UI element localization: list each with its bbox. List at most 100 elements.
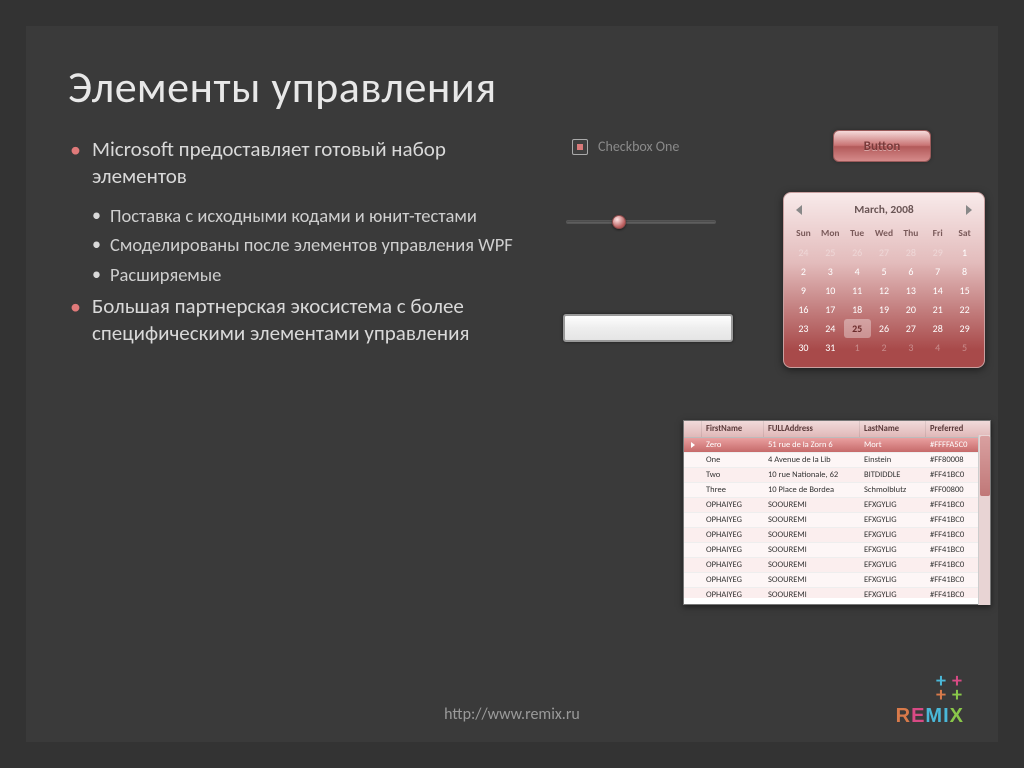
calendar-day[interactable]: 15: [951, 281, 978, 300]
calendar-day[interactable]: 26: [844, 243, 871, 262]
table-row[interactable]: OPHAIYEGSOOUREMIEFXGYLIG#FF41BC0: [684, 513, 990, 528]
slider-sample[interactable]: [566, 220, 716, 224]
table-cell: OPHAIYEG: [702, 573, 764, 587]
table-cell: EFXGYLIG: [860, 498, 926, 512]
calendar-day[interactable]: 18: [844, 300, 871, 319]
table-row[interactable]: OPHAIYEGSOOUREMIEFXGYLIG#FF41BC0: [684, 543, 990, 558]
table-row[interactable]: OPHAIYEGSOOUREMIEFXGYLIG#FF41BC0: [684, 558, 990, 573]
calendar-day[interactable]: 31: [817, 338, 844, 357]
calendar-day[interactable]: 19: [871, 300, 898, 319]
table-row[interactable]: OPHAIYEGSOOUREMIEFXGYLIG#FF41BC0: [684, 588, 990, 598]
calendar-day[interactable]: 21: [924, 300, 951, 319]
calendar-day[interactable]: 9: [790, 281, 817, 300]
table-cell: OPHAIYEG: [702, 513, 764, 527]
datagrid-sample[interactable]: FirstNameFULLAddressLastNamePreferred Ze…: [683, 420, 991, 605]
calendar-day[interactable]: 22: [951, 300, 978, 319]
column-header[interactable]: FirstName: [702, 421, 764, 437]
calendar-day[interactable]: 8: [951, 262, 978, 281]
calendar-day[interactable]: 3: [817, 262, 844, 281]
plus-icon: +: [950, 689, 964, 701]
chevron-right-icon[interactable]: [966, 205, 972, 215]
logo-text: REMIX: [896, 705, 964, 728]
calendar-day[interactable]: 29: [951, 319, 978, 338]
calendar-day[interactable]: 25: [817, 243, 844, 262]
datagrid-body: Zero51 rue de la Zorn 6Mort#FFFFA5C0One4…: [684, 438, 990, 598]
calendar-day[interactable]: 28: [897, 243, 924, 262]
calendar-day[interactable]: 26: [871, 319, 898, 338]
controls-showcase: Checkbox One Button March, 2008 SunMonTu…: [518, 136, 998, 361]
calendar-day[interactable]: 1: [844, 338, 871, 357]
calendar-day[interactable]: 4: [924, 338, 951, 357]
calendar-day[interactable]: 10: [817, 281, 844, 300]
table-cell: [684, 498, 702, 512]
table-cell: SOOUREMI: [764, 558, 860, 572]
calendar-day[interactable]: 5: [951, 338, 978, 357]
calendar-day[interactable]: 12: [871, 281, 898, 300]
calendar-day[interactable]: 7: [924, 262, 951, 281]
table-cell: [684, 453, 702, 467]
scrollbar-thumb[interactable]: [980, 436, 990, 496]
table-cell: OPHAIYEG: [702, 543, 764, 557]
calendar-day[interactable]: 1: [951, 243, 978, 262]
slider-thumb[interactable]: [612, 215, 626, 229]
column-header[interactable]: FULLAddress: [764, 421, 860, 437]
table-cell: SOOUREMI: [764, 543, 860, 557]
calendar-day[interactable]: 14: [924, 281, 951, 300]
column-header[interactable]: LastName: [860, 421, 926, 437]
scrollbar[interactable]: [978, 435, 990, 605]
calendar-day[interactable]: 27: [871, 243, 898, 262]
calendar-dow: Tue: [844, 225, 871, 243]
table-cell: Schmolblutz: [860, 483, 926, 497]
table-row[interactable]: One4 Avenue de la LibEinstein#FF80008: [684, 453, 990, 468]
table-cell: Mort: [860, 438, 926, 452]
table-cell: [684, 573, 702, 587]
calendar-day[interactable]: 11: [844, 281, 871, 300]
calendar-day[interactable]: 29: [924, 243, 951, 262]
content-row: Microsoft предоставляет готовый набор эл…: [26, 114, 998, 361]
calendar-sample[interactable]: March, 2008 SunMonTueWedThuFriSat2425262…: [783, 192, 985, 368]
table-cell: BITDIDDLE: [860, 468, 926, 482]
calendar-day[interactable]: 27: [897, 319, 924, 338]
bullet-item: Расширяемые: [68, 263, 518, 287]
calendar-dow: Mon: [817, 225, 844, 243]
calendar-day[interactable]: 24: [817, 319, 844, 338]
calendar-day[interactable]: 3: [897, 338, 924, 357]
calendar-day[interactable]: 13: [897, 281, 924, 300]
table-cell: SOOUREMI: [764, 528, 860, 542]
footer-url: http://www.remix.ru: [26, 705, 998, 724]
checkbox-sample[interactable]: Checkbox One: [572, 138, 679, 155]
datagrid-header: FirstNameFULLAddressLastNamePreferred: [684, 421, 990, 438]
table-row[interactable]: Three10 Place de BordeaSchmolblutz#FF008…: [684, 483, 990, 498]
column-header[interactable]: [684, 421, 702, 437]
table-row[interactable]: OPHAIYEGSOOUREMIEFXGYLIG#FF41BC0: [684, 528, 990, 543]
calendar-day[interactable]: 6: [897, 262, 924, 281]
table-row[interactable]: OPHAIYEGSOOUREMIEFXGYLIG#FF41BC0: [684, 498, 990, 513]
calendar-title: March, 2008: [854, 203, 914, 217]
table-cell: [684, 513, 702, 527]
table-cell: 4 Avenue de la Lib: [764, 453, 860, 467]
calendar-day[interactable]: 4: [844, 262, 871, 281]
bullet-list: Microsoft предоставляет готовый набор эл…: [68, 136, 518, 361]
calendar-day[interactable]: 24: [790, 243, 817, 262]
table-row[interactable]: Two10 rue Nationale, 62BITDIDDLE#FF41BC0: [684, 468, 990, 483]
table-row[interactable]: Zero51 rue de la Zorn 6Mort#FFFFA5C0: [684, 438, 990, 453]
textbox-sample[interactable]: [563, 314, 733, 342]
calendar-day[interactable]: 2: [871, 338, 898, 357]
calendar-day[interactable]: 16: [790, 300, 817, 319]
calendar-day[interactable]: 20: [897, 300, 924, 319]
calendar-day[interactable]: 25: [844, 319, 871, 338]
slide: Элементы управления Microsoft предоставл…: [26, 26, 998, 742]
table-cell: EFXGYLIG: [860, 588, 926, 598]
button-sample[interactable]: Button: [833, 130, 931, 162]
chevron-left-icon[interactable]: [796, 205, 802, 215]
table-cell: OPHAIYEG: [702, 558, 764, 572]
calendar-day[interactable]: 17: [817, 300, 844, 319]
table-cell: Two: [702, 468, 764, 482]
checkbox-icon[interactable]: [572, 139, 588, 155]
calendar-day[interactable]: 2: [790, 262, 817, 281]
table-row[interactable]: OPHAIYEGSOOUREMIEFXGYLIG#FF41BC0: [684, 573, 990, 588]
calendar-day[interactable]: 5: [871, 262, 898, 281]
calendar-day[interactable]: 28: [924, 319, 951, 338]
calendar-day[interactable]: 23: [790, 319, 817, 338]
calendar-day[interactable]: 30: [790, 338, 817, 357]
